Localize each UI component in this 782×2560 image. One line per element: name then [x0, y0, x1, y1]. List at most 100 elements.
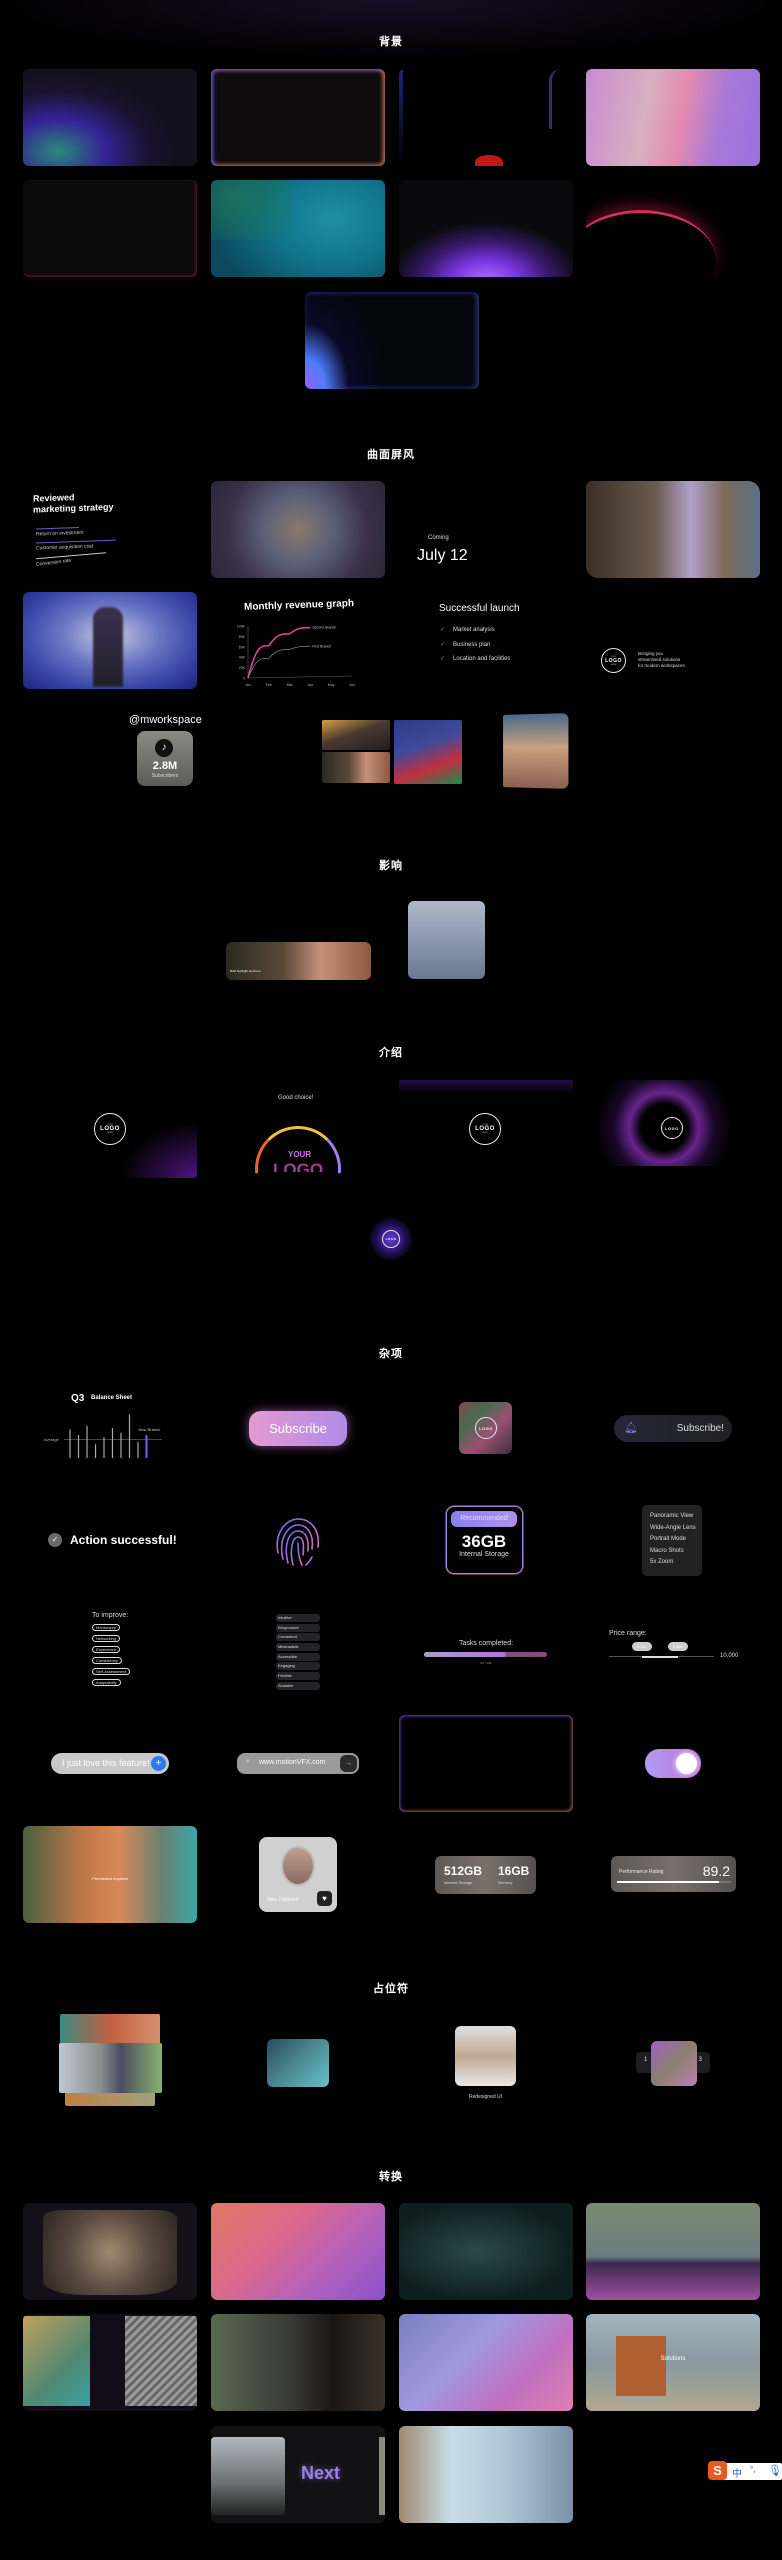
marketing-strategy-card[interactable]: Reviewed marketing strategy Return on in…	[33, 490, 123, 573]
menu-item[interactable]: Wide-Angle Lens	[642, 1523, 702, 1535]
presenter-video-tile[interactable]	[23, 592, 197, 689]
placeholder-photo[interactable]	[455, 2026, 516, 2086]
social-handle: @mworkspace	[129, 714, 202, 726]
ime-punct[interactable]: °,	[750, 2465, 755, 2474]
influence-video-wide[interactable]: Bold highlight text here	[226, 942, 371, 980]
performance-label: Performance Rating	[619, 1869, 664, 1875]
marketing-item: Conversion rate	[35, 557, 72, 568]
subscribe-button[interactable]: Subscribe	[249, 1411, 347, 1446]
video-collage-cell[interactable]	[322, 720, 390, 750]
performance-value: 89.2	[702, 1863, 730, 1879]
storage-label: Internal Storage	[459, 1551, 509, 1558]
subscribe-bell-button[interactable]: 🔔︎ Subscribe!	[614, 1415, 732, 1442]
background-tile-1[interactable]	[23, 69, 197, 166]
background-tile-2[interactable]	[211, 69, 385, 166]
marketing-item: Customer acquisition cost	[36, 543, 94, 552]
pager-next[interactable]: 3	[699, 2057, 702, 2063]
pager-prev[interactable]: 1	[644, 2057, 647, 2063]
new-follower-card[interactable]: New Follower! ♥	[259, 1837, 337, 1912]
quality-chip[interactable]: Responsive	[276, 1624, 320, 1632]
next-label: Next	[301, 2463, 341, 2483]
podcast-video-tile[interactable]	[586, 481, 760, 578]
transition-tile-8[interactable]: Solutions	[586, 2314, 760, 2411]
x-tick-label: May	[328, 683, 335, 687]
quality-chip[interactable]: Flexible	[276, 1672, 320, 1680]
improve-chip[interactable]: Experience	[92, 1646, 121, 1653]
logo-text: LOGO	[479, 1425, 493, 1431]
permission-label: Permission required	[92, 1876, 128, 1881]
solutions-label: Solutions	[660, 2356, 686, 2362]
storage-card[interactable]: Recommended 36GB Internal Storage	[446, 1506, 523, 1574]
price-range-title: Price range:	[609, 1630, 647, 1637]
ime-toolbar[interactable]: S 中 °, 🎙︎	[708, 2461, 782, 2480]
background-tile-4[interactable]	[586, 69, 760, 166]
menu-item[interactable]: Macro Shots	[642, 1546, 702, 1558]
transition-tile-2[interactable]	[211, 2203, 385, 2300]
background-tile-7[interactable]	[399, 180, 573, 277]
price-low-handle[interactable]: 3,112	[631, 1642, 652, 1651]
influence-caption: Bold highlight text here	[230, 969, 261, 973]
message-input[interactable]: I just love this feature! +	[51, 1753, 169, 1774]
quality-chip[interactable]: Engaging	[276, 1662, 320, 1670]
camera-mode-menu[interactable]: Panoramic View Wide-Angle Lens Portrait …	[642, 1505, 702, 1576]
y-tick-label: 0	[243, 677, 245, 681]
transition-tile-4[interactable]	[586, 2203, 760, 2300]
video-collage-cell[interactable]	[322, 752, 390, 783]
toggle-switch[interactable]	[645, 1749, 701, 1778]
subscriber-card[interactable]: ♪ 2.8M Subscribers	[137, 731, 193, 786]
menu-item[interactable]: 5x Zoom	[642, 1557, 702, 1569]
background-tile-5[interactable]	[23, 180, 197, 277]
logo-badge: YOUR LOGO HERE	[601, 648, 626, 673]
balance-q: Q3	[71, 1393, 85, 1404]
price-slider-track[interactable]	[609, 1655, 714, 1658]
menu-item[interactable]: Panoramic View	[642, 1511, 702, 1523]
background-tile-3[interactable]	[399, 69, 573, 166]
section-title-curved-screens: 曲面屏风	[367, 449, 415, 461]
quality-chip[interactable]: Minimalistic	[276, 1643, 320, 1651]
improve-chip[interactable]: Self-Assessment	[92, 1668, 131, 1675]
url-input[interactable]: ⌕ www.motionVFX.com →	[237, 1753, 359, 1774]
placeholder-photo[interactable]	[267, 2039, 329, 2087]
ime-mode[interactable]: 中	[732, 2465, 742, 2480]
red-glow	[475, 155, 503, 166]
placeholder-carousel-photo[interactable]	[651, 2041, 697, 2086]
placeholder-stack-photo[interactable]	[59, 2043, 162, 2093]
improve-chip[interactable]: Adaptability	[92, 1679, 121, 1686]
background-tile-6[interactable]	[211, 180, 385, 277]
improve-chip[interactable]: Consistency	[92, 1657, 122, 1664]
logo-glass-tile[interactable]: LOGO	[459, 1402, 512, 1454]
background-tile-8[interactable]	[586, 180, 760, 277]
section-title-backgrounds: 背景	[379, 36, 403, 48]
improve-chip[interactable]: Networking	[92, 1635, 121, 1642]
fingerprint-icon[interactable]	[268, 1513, 324, 1569]
transition-tile-5[interactable]	[23, 2314, 197, 2411]
transition-tile-6[interactable]	[211, 2314, 385, 2411]
search-icon: ⌕	[246, 1758, 250, 1765]
transition-tile-10[interactable]	[399, 2426, 573, 2523]
background-tile-9[interactable]	[305, 292, 479, 389]
influence-video-portrait[interactable]	[408, 901, 485, 979]
menu-item[interactable]: Portrait Mode	[642, 1534, 702, 1546]
add-button[interactable]: +	[151, 1756, 166, 1771]
quality-chip[interactable]: Consistent	[276, 1633, 320, 1641]
sunglasses-video-tile[interactable]	[503, 713, 569, 789]
video-collage-cell[interactable]	[394, 720, 462, 784]
check-icon: ✓	[440, 656, 446, 662]
improve-chip[interactable]: Mentorship	[92, 1624, 120, 1631]
transition-tile-3[interactable]	[399, 2203, 573, 2300]
average-label: Average	[44, 1437, 60, 1442]
heart-icon[interactable]: ♥	[317, 1891, 332, 1906]
meeting-video-tile[interactable]	[211, 481, 385, 578]
quality-chip[interactable]: Accessible	[276, 1653, 320, 1661]
transition-tile-9[interactable]: Next	[211, 2426, 385, 2523]
go-arrow-button[interactable]: →	[340, 1755, 357, 1772]
building-arch	[616, 2336, 666, 2396]
permission-video-tile[interactable]: Permission required	[23, 1826, 197, 1923]
price-high-handle[interactable]: 6,556	[667, 1642, 688, 1651]
transition-tile-1[interactable]	[23, 2203, 197, 2300]
transition-tile-7[interactable]	[399, 2314, 573, 2411]
quality-chip[interactable]: Scalable	[276, 1682, 320, 1690]
glow-frame-tile[interactable]	[399, 1715, 573, 1812]
quality-chip[interactable]: Intuitive	[276, 1614, 320, 1622]
microphone-icon[interactable]: 🎙︎	[768, 2464, 782, 2477]
